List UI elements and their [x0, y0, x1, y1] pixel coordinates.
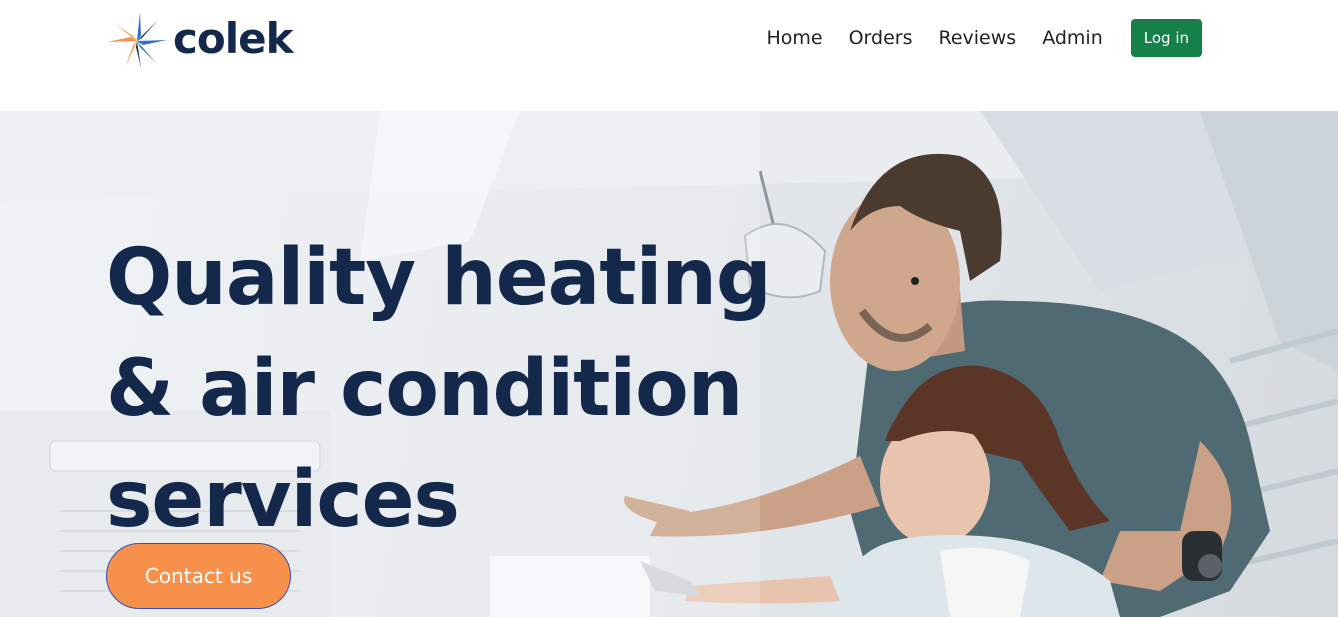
compass-star-icon — [107, 12, 167, 68]
brand-logo[interactable]: colek — [105, 12, 294, 70]
hero-heading: Quality heating & air condition services — [106, 223, 806, 556]
contact-us-button[interactable]: Contact us — [106, 543, 291, 609]
logo-wordmark: colek — [173, 14, 294, 63]
hero-heading-line-1: Quality heating — [106, 233, 772, 323]
nav-home[interactable]: Home — [766, 27, 822, 49]
hero-heading-line-3: services — [106, 455, 460, 545]
nav-orders[interactable]: Orders — [849, 27, 913, 49]
hero-heading-line-2: & air condition — [106, 344, 743, 434]
nav-admin[interactable]: Admin — [1042, 27, 1103, 49]
main-nav: Home Orders Reviews Admin Log in — [766, 19, 1202, 57]
login-button[interactable]: Log in — [1130, 19, 1202, 57]
nav-reviews[interactable]: Reviews — [939, 27, 1017, 49]
hero-section: Quality heating & air condition services… — [0, 111, 1338, 617]
site-header: colek Home Orders Reviews Admin Log in — [0, 0, 1338, 111]
